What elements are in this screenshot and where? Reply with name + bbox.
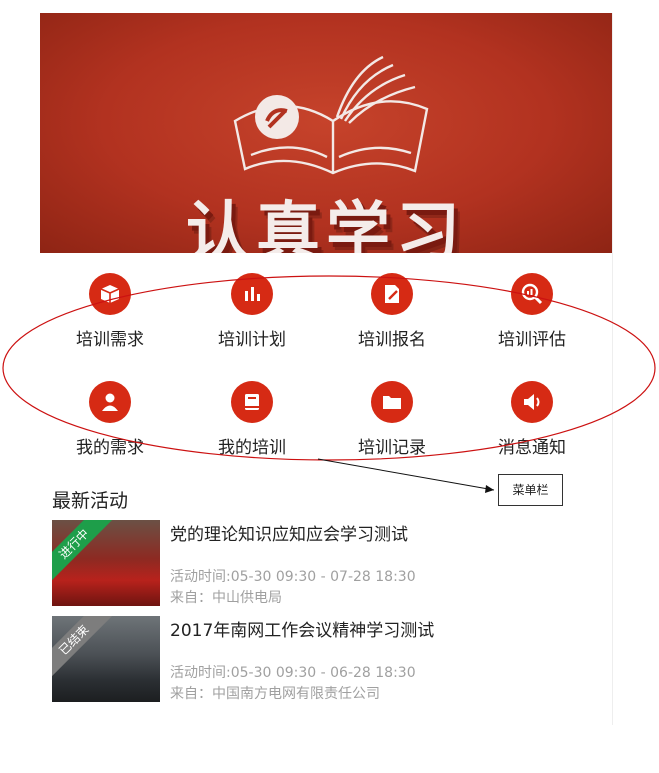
box-icon bbox=[89, 273, 131, 315]
menu-item-label: 培训报名 bbox=[358, 330, 426, 350]
speaker-icon bbox=[511, 381, 553, 423]
activity-time: 活动时间:05-30 09:30 - 06-28 18:30 bbox=[170, 665, 416, 681]
menu-item-training-demand[interactable]: 培训需求 bbox=[40, 273, 180, 350]
menu-item-label: 培训评估 bbox=[498, 330, 566, 350]
user-icon bbox=[89, 381, 131, 423]
edit-document-icon bbox=[371, 273, 413, 315]
folder-icon bbox=[371, 381, 413, 423]
menu-item-training-evaluation[interactable]: 培训评估 bbox=[462, 273, 602, 350]
phone-screen: 认真学习 培训需求 培训计划 培训报名 培训评估 我的需求 我的培训 培训记录 … bbox=[40, 13, 613, 725]
activity-item[interactable]: 进行中 党的理论知识应知应会学习测试 活动时间:05-30 09:30 - 07… bbox=[52, 520, 612, 610]
banner-title: 认真学习 bbox=[186, 196, 466, 253]
menu-item-label: 我的需求 bbox=[76, 438, 144, 458]
menu-item-label: 我的培训 bbox=[218, 438, 286, 458]
activity-time: 活动时间:05-30 09:30 - 07-28 18:30 bbox=[170, 569, 416, 585]
annotation-callout: 菜单栏 bbox=[498, 474, 563, 506]
menu-item-training-signup[interactable]: 培训报名 bbox=[322, 273, 462, 350]
menu-item-training-plan[interactable]: 培训计划 bbox=[182, 273, 322, 350]
activity-thumbnail: 已结束 bbox=[52, 616, 160, 702]
magnify-chart-icon bbox=[511, 273, 553, 315]
menu-item-label: 培训需求 bbox=[76, 330, 144, 350]
menu-item-training-records[interactable]: 培训记录 bbox=[322, 381, 462, 458]
menu-item-my-demand[interactable]: 我的需求 bbox=[40, 381, 180, 458]
section-title-latest-activities: 最新活动 bbox=[52, 490, 129, 512]
menu-item-label: 消息通知 bbox=[498, 438, 566, 458]
book-icon bbox=[231, 381, 273, 423]
menu-item-notifications[interactable]: 消息通知 bbox=[462, 381, 602, 458]
menu-item-my-training[interactable]: 我的培训 bbox=[182, 381, 322, 458]
banner[interactable]: 认真学习 bbox=[40, 13, 612, 253]
open-book-icon bbox=[233, 55, 429, 175]
activity-source: 来自：中国南方电网有限责任公司 bbox=[170, 686, 380, 702]
menu-item-label: 培训计划 bbox=[218, 330, 286, 350]
activity-title: 党的理论知识应知应会学习测试 bbox=[170, 525, 408, 545]
activity-item[interactable]: 已结束 2017年南网工作会议精神学习测试 活动时间:05-30 09:30 -… bbox=[52, 616, 612, 706]
activity-thumbnail: 进行中 bbox=[52, 520, 160, 606]
bar-chart-icon bbox=[231, 273, 273, 315]
menu-item-label: 培训记录 bbox=[358, 438, 426, 458]
activity-source: 来自：中山供电局 bbox=[170, 590, 282, 606]
activity-title: 2017年南网工作会议精神学习测试 bbox=[170, 621, 435, 641]
